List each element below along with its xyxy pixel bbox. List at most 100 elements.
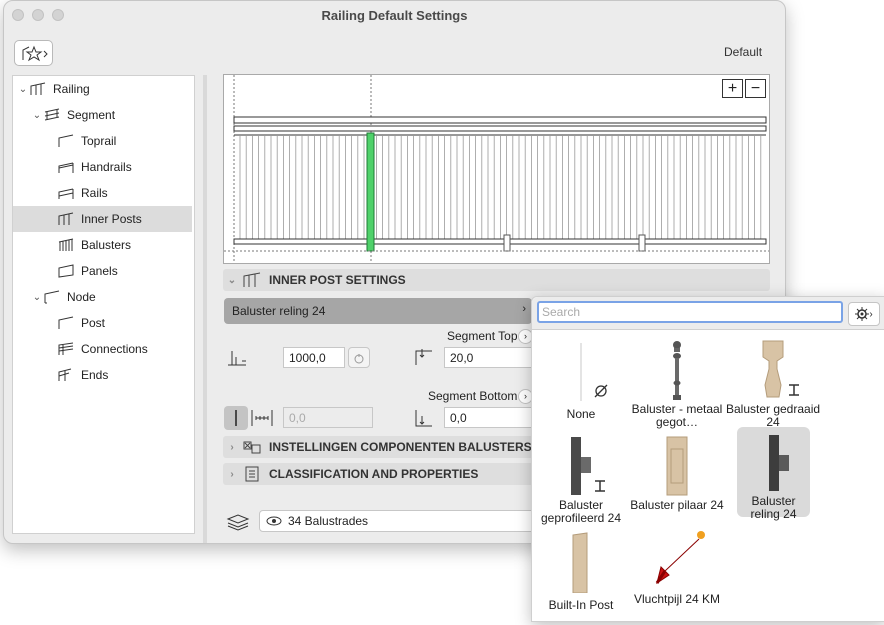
- option-label: Built-In Post: [548, 598, 614, 612]
- option-turned-baluster[interactable]: Baluster gedraaid 24: [725, 335, 821, 433]
- railing-preview: + −: [223, 74, 770, 264]
- tree-item-label: Handrails: [81, 160, 132, 174]
- option-label: Baluster - metaal gegot…: [631, 402, 723, 429]
- metal-baluster-icon: [673, 341, 681, 400]
- distribution-field: 0,0: [283, 407, 373, 428]
- inner-post-settings-header[interactable]: ⌄ INNER POST SETTINGS: [223, 269, 770, 291]
- option-label: Baluster gedraaid 24: [725, 402, 821, 429]
- layers-icon: [226, 514, 250, 531]
- top-offset-icon: [415, 349, 432, 365]
- pane-divider[interactable]: [203, 75, 207, 543]
- post-type-selector[interactable]: Baluster reling 24 ›: [224, 298, 532, 324]
- tree-item-label: Post: [81, 316, 106, 330]
- turned-baluster-icon: [762, 340, 799, 398]
- classification-icon: [245, 466, 259, 482]
- option-pillar-baluster[interactable]: Baluster pilaar 24: [629, 431, 725, 529]
- option-label: Baluster geprofileerd 24: [540, 498, 622, 525]
- rails-icon: [58, 188, 74, 199]
- post-type-value: Baluster reling 24: [232, 304, 326, 318]
- option-label: Baluster reling 24: [750, 494, 797, 521]
- arrow-icon: [655, 531, 705, 585]
- search-input[interactable]: Search: [537, 301, 843, 323]
- favorites-button[interactable]: [14, 40, 53, 66]
- segment-icon: [44, 108, 60, 121]
- chevron-right-icon: ›: [869, 308, 873, 320]
- single-post-toggle[interactable]: [224, 406, 248, 430]
- disclosure-chevron-icon[interactable]: ⌄: [17, 84, 29, 95]
- distributed-posts-icon[interactable]: [250, 408, 274, 428]
- tree-item-railing[interactable]: ⌄ Railing: [13, 76, 192, 102]
- tree-item-handrails[interactable]: Handrails: [13, 154, 192, 180]
- disclosure-chevron-icon[interactable]: ⌄: [31, 110, 43, 121]
- expand-chevron-icon: ›: [230, 441, 234, 453]
- tree-item-label: Ends: [81, 368, 109, 382]
- option-built-in-post[interactable]: Built-In Post: [533, 527, 629, 625]
- default-label: Default: [724, 45, 763, 59]
- layer-selector[interactable]: 34 Balustrades: [259, 510, 539, 532]
- window-title: Railing Default Settings: [321, 8, 468, 23]
- section-title: INNER POST SETTINGS: [269, 273, 406, 287]
- bottom-offset-field[interactable]: 0,0: [444, 407, 534, 428]
- layer-value: 34 Balustrades: [288, 514, 369, 528]
- option-metal-baluster[interactable]: Baluster - metaal gegot…: [629, 335, 725, 433]
- tree-item-rails[interactable]: Rails: [13, 180, 192, 206]
- segment-bottom-label: Segment Bottom: [428, 389, 518, 403]
- close-window-button[interactable]: [12, 9, 24, 21]
- tree-item-label: Toprail: [81, 134, 117, 148]
- option-escape-arrow[interactable]: Vluchtpijl 24 KM: [629, 527, 725, 625]
- tree-item-inner-posts[interactable]: Inner Posts: [13, 206, 192, 232]
- popover-toolbar: Search ›: [532, 297, 884, 330]
- bottom-offset-icon: [415, 410, 432, 427]
- ends-icon: [58, 368, 72, 381]
- tree-item-panels[interactable]: Panels: [13, 258, 192, 284]
- zoom-in-button[interactable]: +: [722, 79, 743, 98]
- segment-top-label: Segment Top: [447, 329, 518, 343]
- pillar-baluster-icon: [666, 436, 688, 496]
- section-title: CLASSIFICATION AND PROPERTIES: [269, 467, 479, 481]
- option-none[interactable]: None: [533, 335, 629, 433]
- tree-item-node[interactable]: ⌄ Node: [13, 284, 192, 310]
- gear-icon: [855, 307, 870, 321]
- components-settings-header[interactable]: › INSTELLINGEN COMPONENTEN BALUSTERS: [223, 436, 533, 458]
- disclosure-chevron-icon[interactable]: ⌄: [31, 292, 43, 303]
- settings-tree: ⌄ Railing ⌄ Segment Toprail Handrails Rails Inn…: [12, 75, 195, 534]
- node-icon: [44, 290, 60, 304]
- option-reling-baluster[interactable]: Baluster reling 24: [737, 427, 810, 521]
- connections-icon: [58, 342, 74, 355]
- tree-item-label: Inner Posts: [81, 212, 142, 226]
- post-icon: [58, 316, 74, 329]
- tree-item-segment[interactable]: ⌄ Segment: [13, 102, 192, 128]
- post-type-popover: Search › None Baluster - metaal gegot… B…: [531, 296, 884, 622]
- classification-header[interactable]: › CLASSIFICATION AND PROPERTIES: [223, 463, 533, 485]
- profiled-baluster-icon: [571, 437, 605, 495]
- single-post-icon: [235, 410, 237, 426]
- section-title: INSTELLINGEN COMPONENTEN BALUSTERS: [269, 440, 532, 454]
- zoom-out-button[interactable]: −: [745, 79, 766, 98]
- reling-baluster-icon: [769, 435, 789, 491]
- tree-item-label: Panels: [81, 264, 118, 278]
- post-height-field[interactable]: 1000,0: [283, 347, 345, 368]
- tree-item-post[interactable]: Post: [13, 310, 192, 336]
- handrails-icon: [58, 162, 74, 173]
- none-icon: [580, 343, 608, 401]
- tree-item-label: Rails: [81, 186, 108, 200]
- top-offset-field[interactable]: 20,0: [444, 347, 534, 368]
- balusters-icon: [58, 238, 74, 251]
- lock-button[interactable]: [348, 347, 370, 368]
- zoom-window-button[interactable]: [52, 9, 64, 21]
- option-label: Vluchtpijl 24 KM: [633, 592, 721, 606]
- panels-icon: [58, 264, 74, 278]
- settings-menu-button[interactable]: ›: [848, 302, 880, 326]
- expand-chevron-icon: ›: [230, 468, 234, 480]
- tree-item-ends[interactable]: Ends: [13, 362, 192, 388]
- tree-item-balusters[interactable]: Balusters: [13, 232, 192, 258]
- minimize-window-button[interactable]: [32, 9, 44, 21]
- tree-item-label: Segment: [67, 108, 116, 122]
- chevron-right-icon: ›: [522, 303, 526, 315]
- tree-item-label: Balusters: [81, 238, 132, 252]
- tree-item-connections[interactable]: Connections: [13, 336, 192, 362]
- tree-item-toprail[interactable]: Toprail: [13, 128, 192, 154]
- option-profiled-baluster[interactable]: Baluster geprofileerd 24: [533, 431, 629, 529]
- collapse-chevron-icon: ⌄: [227, 274, 237, 286]
- railing-icon: [30, 82, 46, 95]
